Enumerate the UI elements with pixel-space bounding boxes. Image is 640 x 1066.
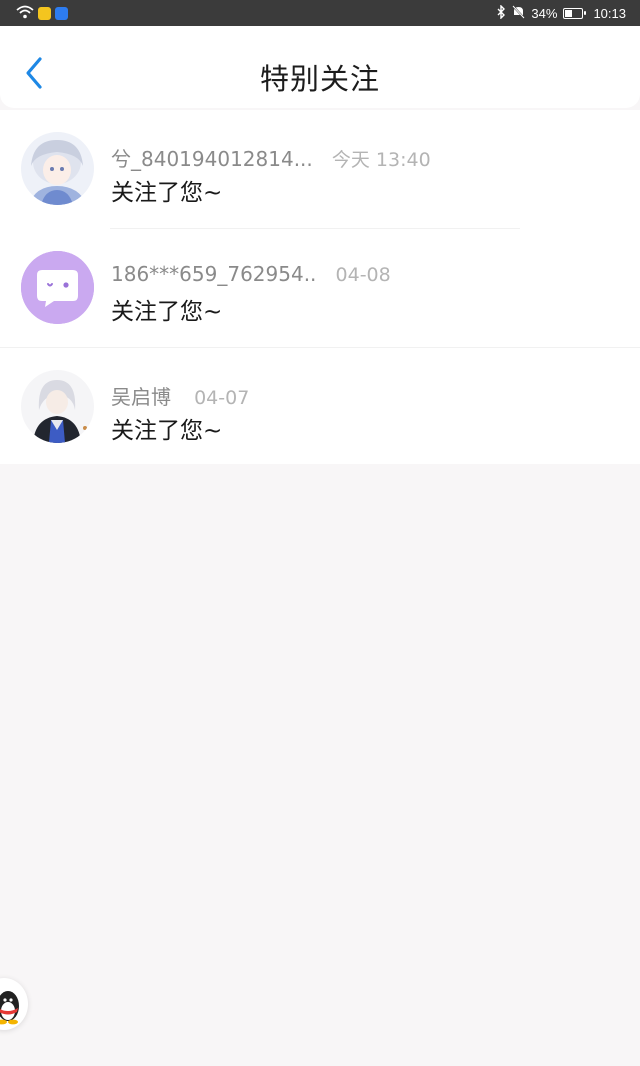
- item-meta: 186***659_762954.. 04-08: [111, 262, 391, 286]
- status-bar: 34% 10:13: [0, 0, 640, 26]
- wifi-icon: [16, 5, 34, 22]
- app-notification-icon: [38, 7, 51, 20]
- clock: 10:13: [593, 6, 626, 21]
- user-name[interactable]: 186***659_762954..: [111, 262, 316, 286]
- avatar[interactable]: [21, 370, 94, 443]
- user-name[interactable]: 吴启博: [111, 381, 171, 410]
- item-meta: 吴启博 04-07: [111, 381, 249, 410]
- list-item[interactable]: 吴启博 04-07 关注了您~: [0, 348, 640, 464]
- timestamp: 04-07: [194, 387, 250, 409]
- floating-qq-button[interactable]: [0, 978, 28, 1030]
- page-title: 特别关注: [259, 62, 380, 96]
- timestamp: 今天 13:40: [331, 149, 431, 171]
- timestamp: 04-08: [335, 264, 391, 286]
- battery-icon: [563, 8, 587, 19]
- chat-bubble-icon: [21, 251, 94, 324]
- message-text: 关注了您~: [111, 418, 223, 444]
- user-name[interactable]: 兮_840194012814...: [111, 143, 313, 172]
- avatar[interactable]: [21, 132, 94, 205]
- list-item[interactable]: 186***659_762954.. 04-08 关注了您~: [0, 229, 640, 348]
- bluetooth-icon: [496, 4, 506, 22]
- header: 特别关注: [0, 26, 640, 108]
- follower-list: 兮_840194012814... 今天 13:40 关注了您~ 186***6…: [0, 110, 640, 464]
- message-text: 关注了您~: [111, 180, 223, 206]
- qq-penguin-icon: [0, 991, 19, 1025]
- mute-icon: [512, 5, 526, 22]
- battery-percent: 34%: [531, 6, 558, 21]
- item-meta: 兮_840194012814... 今天 13:40: [111, 143, 431, 172]
- avatar[interactable]: [21, 251, 94, 324]
- list-item[interactable]: 兮_840194012814... 今天 13:40 关注了您~: [0, 110, 640, 229]
- message-text: 关注了您~: [111, 299, 223, 325]
- app-notification-icon: [55, 7, 68, 20]
